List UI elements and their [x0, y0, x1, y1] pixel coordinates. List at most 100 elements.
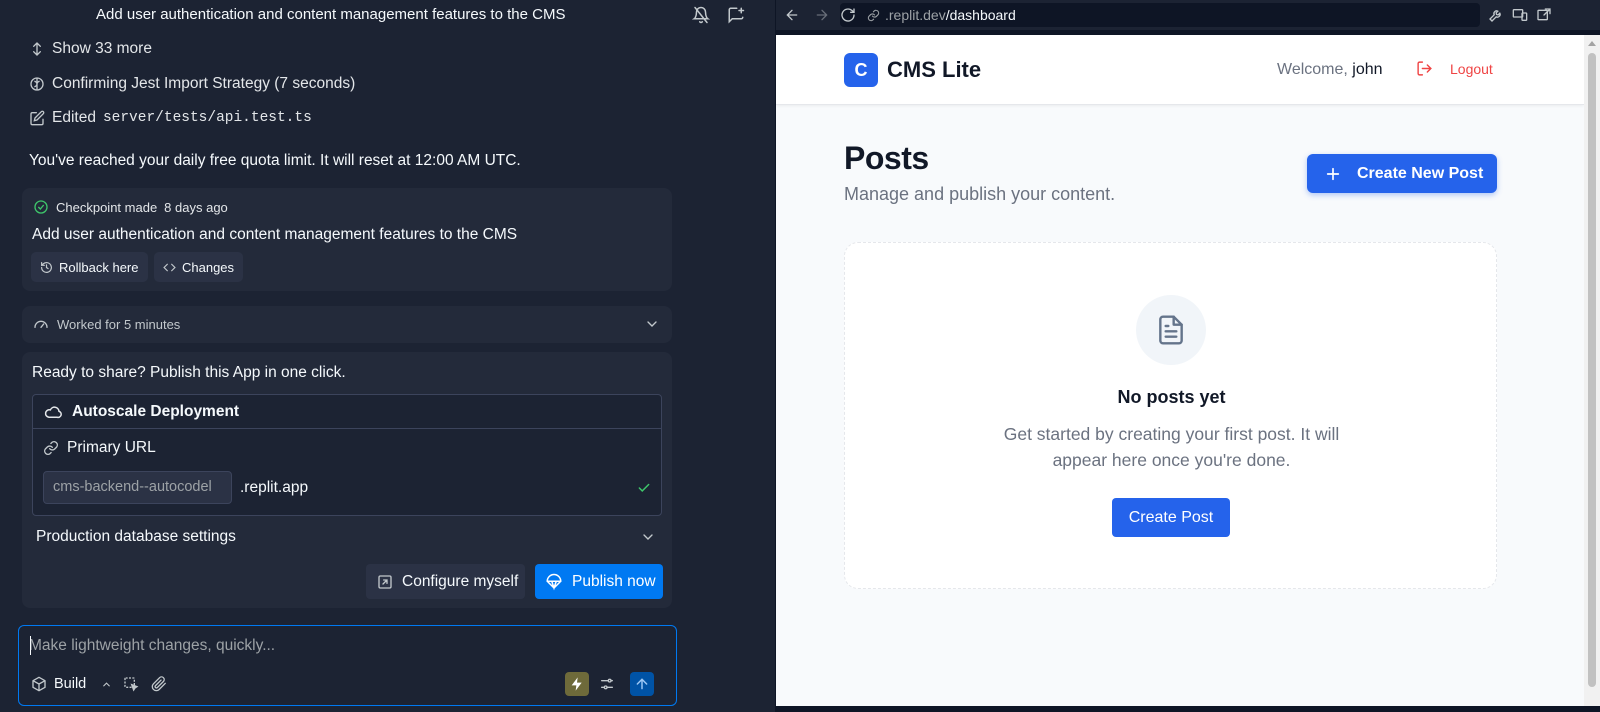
lightning-icon [571, 677, 582, 691]
show-more-label: Show 33 more [52, 40, 152, 57]
deployment-type: Autoscale Deployment [72, 402, 240, 420]
open-new-tab-icon[interactable] [1536, 7, 1552, 23]
notification-bell-icon[interactable] [691, 6, 711, 24]
app-header: C CMS Lite Welcome, john Logout [776, 35, 1584, 105]
chat-input[interactable] [29, 635, 649, 657]
app-name[interactable]: CMS Lite [887, 57, 981, 83]
checkpoint-card: Checkpoint made 8 days ago Add user auth… [22, 188, 672, 291]
cloud-icon [44, 405, 62, 418]
cube-icon [32, 676, 46, 692]
refresh-icon[interactable] [840, 7, 856, 23]
external-config-icon [378, 574, 392, 589]
preview-pane: .replit.dev/dashboard C CMS Lite Welcome… [776, 0, 1600, 712]
preview-scrollbar[interactable] [1584, 35, 1600, 706]
url-host: .replit.dev [885, 7, 946, 23]
agent-header: Add user authentication and content mana… [0, 0, 776, 30]
code-icon [163, 263, 176, 271]
logout-button[interactable]: Logout [1416, 60, 1493, 77]
edited-file-step[interactable]: Edited server/tests/api.test.ts [29, 109, 312, 127]
text-caret [30, 636, 31, 655]
thinking-label: Confirming Jest Import Strategy (7 secon… [52, 75, 356, 92]
thinking-step[interactable]: Confirming Jest Import Strategy (7 secon… [29, 75, 355, 93]
agent-panel: Add user authentication and content mana… [0, 0, 776, 712]
username: john [1352, 61, 1383, 78]
rollback-button[interactable]: Rollback here [31, 252, 148, 282]
checkpoint-meta: Checkpoint made 8 days ago [33, 199, 228, 215]
configure-label: Configure myself [402, 572, 519, 590]
chevron-down-icon[interactable] [644, 316, 660, 332]
app-viewport: C CMS Lite Welcome, john Logout Posts Ma… [776, 35, 1584, 706]
domain-suffix: .replit.app [240, 479, 309, 496]
url-path: /dashboard [945, 7, 1016, 23]
publish-card: Ready to share? Publish this App in one … [22, 352, 672, 608]
chevron-up-icon [103, 681, 111, 686]
app-logo[interactable]: C [844, 53, 878, 87]
create-new-post-button[interactable]: Create New Post [1307, 154, 1497, 193]
gauge-icon [34, 320, 48, 328]
logout-label: Logout [1450, 60, 1493, 77]
show-more-toggle[interactable]: Show 33 more [29, 40, 152, 58]
empty-description: Get started by creating your first post.… [1003, 424, 1340, 470]
chat-composer: Build [18, 625, 677, 706]
publish-now-button[interactable]: Publish now [535, 564, 663, 599]
empty-title: No posts yet [1117, 387, 1226, 407]
page-subtitle: Manage and publish your content. [844, 184, 1116, 204]
page-title: Posts [844, 140, 929, 176]
chevron-down-icon[interactable] [640, 529, 656, 545]
send-button[interactable] [630, 672, 654, 696]
db-settings-toggle[interactable]: Production database settings [36, 528, 236, 546]
new-chat-icon[interactable] [727, 6, 745, 24]
mode-selector[interactable]: Build [31, 676, 112, 692]
publish-now-label: Publish now [572, 572, 656, 590]
history-icon [41, 261, 52, 273]
scroll-thumb[interactable] [1588, 53, 1596, 687]
sliders-icon [601, 678, 613, 690]
mode-label: Build [54, 676, 87, 692]
subdomain-input[interactable]: cms-backend--autocodel [43, 471, 232, 504]
primary-url-label-row: Primary URL [43, 439, 156, 457]
paperclip-icon [151, 676, 166, 692]
primary-url-label: Primary URL [67, 439, 156, 456]
document-icon-wrap [1136, 295, 1206, 365]
edited-label: Edited [52, 109, 96, 126]
link-icon [867, 9, 880, 21]
link-icon [44, 441, 58, 455]
parachute-icon [546, 573, 562, 590]
chevron-up-down-icon [33, 42, 41, 56]
devices-icon[interactable] [1512, 7, 1528, 23]
welcome-text: Welcome, john [1277, 61, 1383, 79]
scroll-up-arrow[interactable] [1588, 41, 1596, 46]
changes-label: Changes [182, 259, 235, 275]
worked-row: Worked for 5 minutes [33, 316, 180, 332]
arrow-up-icon [636, 678, 648, 690]
create-post-button[interactable]: Create Post [1112, 498, 1230, 537]
plus-icon [1326, 167, 1340, 180]
worked-summary[interactable]: Worked for 5 minutes [22, 306, 672, 343]
logout-icon [1417, 61, 1432, 76]
quota-notice: You've reached your daily free quota lim… [29, 152, 521, 169]
rollback-label: Rollback here [59, 259, 139, 275]
configure-myself-button[interactable]: Configure myself [366, 564, 525, 599]
worked-label: Worked for 5 minutes [57, 316, 181, 332]
create-new-post-label: Create New Post [1357, 164, 1484, 182]
checkpoint-time: 8 days ago [164, 199, 228, 215]
checkpoint-label: Checkpoint made [56, 199, 158, 215]
url-field[interactable]: .replit.dev/dashboard [840, 3, 1480, 27]
forward-arrow-icon[interactable] [814, 7, 830, 23]
checkmark-icon [638, 483, 650, 492]
deployment-header: Autoscale Deployment [33, 395, 661, 429]
edited-file-path: server/tests/api.test.ts [102, 110, 312, 126]
changes-button[interactable]: Changes [154, 252, 244, 282]
browser-toolbar: .replit.dev/dashboard [776, 0, 1600, 30]
select-element-icon [124, 677, 139, 692]
wrench-icon[interactable] [1488, 7, 1504, 23]
edit-file-icon [30, 110, 45, 126]
settings-sliders-button[interactable] [595, 672, 619, 696]
deployment-box: Autoscale Deployment Primary URL cms-bac… [32, 394, 662, 516]
publish-prompt: Ready to share? Publish this App in one … [32, 364, 346, 381]
back-arrow-icon[interactable] [784, 7, 800, 23]
select-element-button[interactable] [119, 672, 143, 696]
attach-button[interactable] [147, 672, 171, 696]
document-icon [1159, 315, 1183, 345]
fast-mode-toggle[interactable] [565, 672, 589, 696]
